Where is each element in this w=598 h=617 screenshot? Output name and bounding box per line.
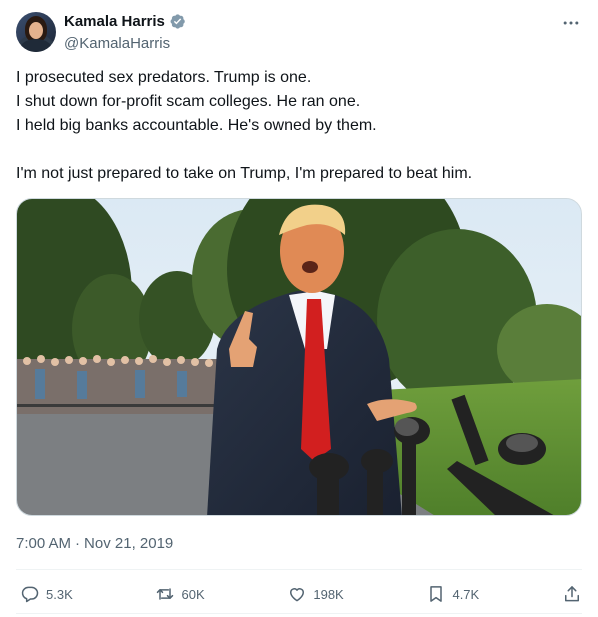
repost-icon [157,588,174,600]
tweet-text-line: I held big banks accountable. He's owned… [16,117,377,134]
tweet-text: I prosecuted sex predators. Trump is one… [16,66,582,186]
divider [16,613,582,614]
tweet-actions: 5.3K 60K 198K 4.7K [16,580,582,608]
repost-button[interactable]: 60K [155,584,205,604]
tweet-text-line: I'm not just prepared to take on Trump, … [16,165,473,182]
author-name-row: Kamala Harris [64,13,186,30]
like-icon [290,588,305,602]
bookmark-button[interactable]: 4.7K [426,584,479,604]
reply-icon [21,586,39,603]
tweet-card: Kamala Harris @KamalaHarris I prosecuted… [0,0,598,617]
author-handle[interactable]: @KamalaHarris [64,35,170,52]
share-button[interactable] [562,584,582,604]
tweet-timestamp[interactable]: 7:00 AM · Nov 21, 2019 [16,535,173,552]
reply-button[interactable]: 5.3K [20,584,73,604]
tweet-media-video[interactable] [16,198,582,516]
tweet-time: 7:00 AM [16,535,72,552]
repost-count: 60K [181,586,205,602]
media-illustration [17,199,581,515]
reply-count: 5.3K [46,586,73,602]
tweet-text-line: I prosecuted sex predators. Trump is one… [16,69,312,86]
timestamp-separator: · [75,535,81,552]
more-options-icon[interactable] [560,12,582,34]
divider [16,569,582,570]
tweet-text-line: I shut down for-profit scam colleges. He… [16,93,361,110]
like-button[interactable]: 198K [287,584,344,604]
verified-badge-icon [169,13,186,30]
bookmark-count: 4.7K [452,586,480,602]
like-count: 198K [313,586,344,602]
bookmark-icon [430,586,443,602]
author-display-name[interactable]: Kamala Harris [64,13,165,30]
share-icon [564,586,579,602]
avatar[interactable] [16,12,56,52]
tweet-date: Nov 21, 2019 [84,535,174,552]
